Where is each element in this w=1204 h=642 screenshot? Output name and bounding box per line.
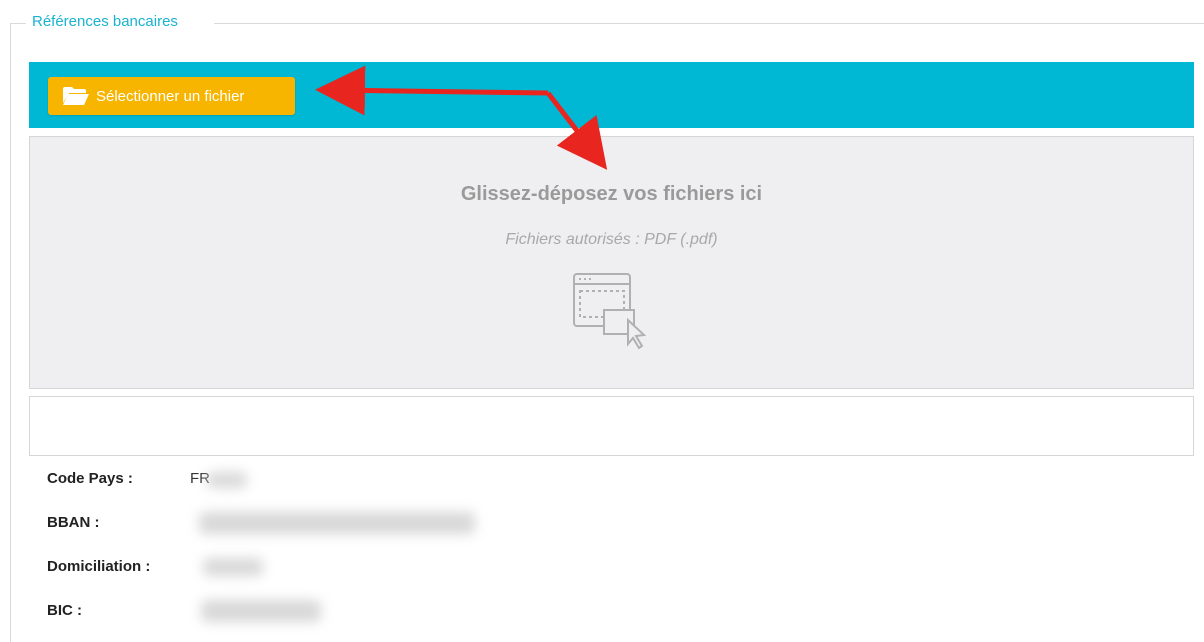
file-dropzone[interactable]: Glissez-déposez vos fichiers ici Fichier… [29,136,1194,389]
fieldset-border [10,23,26,24]
section-legend: Références bancaires [32,13,178,30]
domiciliation-label: Domiciliation : [47,558,151,575]
bic-label: BIC : [47,602,82,619]
code-pays-label: Code Pays : [47,470,133,487]
bban-label: BBAN : [47,514,100,531]
fieldset-border [214,23,1204,24]
select-file-button[interactable]: Sélectionner un fichier [48,77,295,115]
redacted-value [207,472,247,488]
redacted-value [203,558,263,576]
dropzone-subtitle: Fichiers autorisés : PDF (.pdf) [505,231,718,248]
dropzone-title: Glissez-déposez vos fichiers ici [460,183,763,205]
drag-drop-window-icon [573,273,647,350]
fieldset-border [10,23,11,642]
upload-toolbar: Sélectionner un fichier [29,62,1194,128]
folder-open-icon [63,87,89,105]
select-file-label: Sélectionner un fichier [96,87,245,105]
redacted-value [199,512,475,534]
file-list [29,396,1194,456]
redacted-value [201,600,321,622]
